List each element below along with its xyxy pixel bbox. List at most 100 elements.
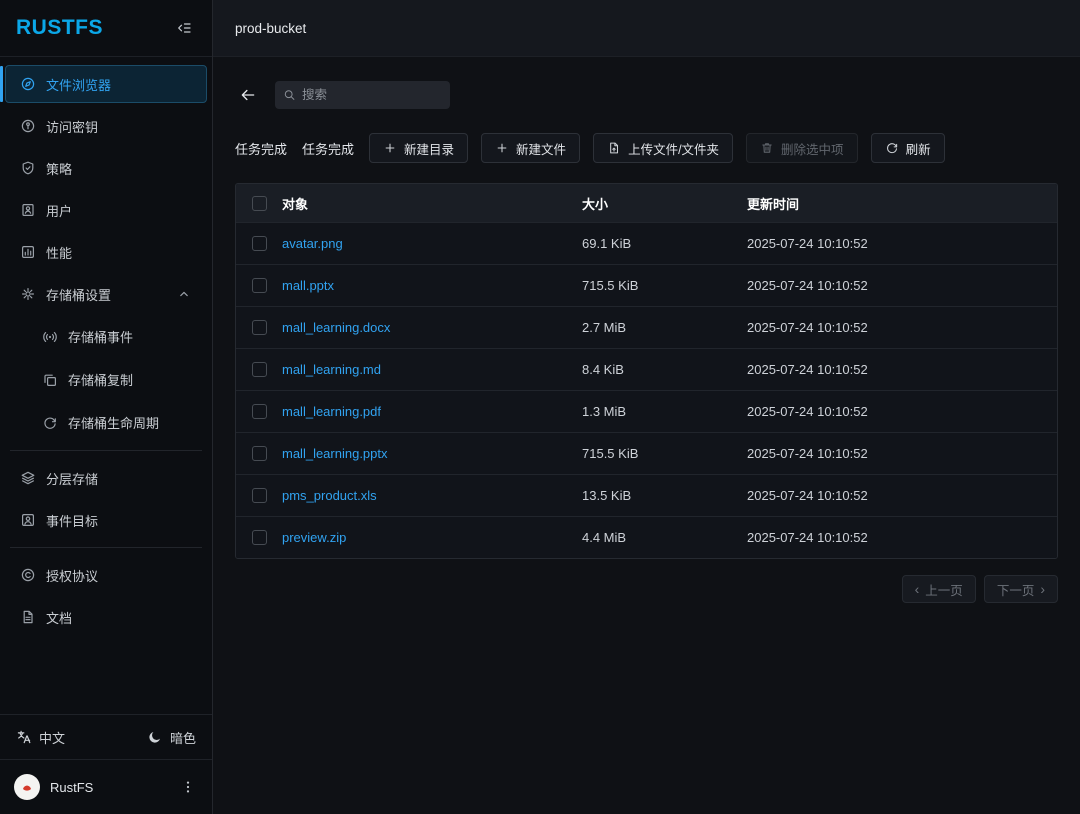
sidebar-item-bucket-events[interactable]: 存储桶事件 [5,315,207,358]
button-label: 删除选中项 [781,139,844,158]
column-header-updated: 更新时间 [747,194,1057,213]
sidebar-item-label: 事件目标 [46,511,192,530]
sidebar-item-label: 存储桶事件 [68,327,192,346]
prev-page-button[interactable]: ‹ 上一页 [902,575,976,603]
row-checkbox[interactable] [252,320,267,335]
new-file-button[interactable]: 新建文件 [481,133,580,163]
content: 任务完成任务完成 新建目录 新建文件 上传文件/文件夹 删除选中项 刷新 对象 大小 更… [213,57,1080,814]
theme-label: 暗色 [170,728,196,747]
object-link[interactable]: mall_learning.pdf [282,404,381,419]
row-checkbox[interactable] [252,362,267,377]
sidebar-item-bucket-settings[interactable]: 存储桶设置 [5,273,207,315]
table-row: mall.pptx715.5 KiB2025-07-24 10:10:52 [236,264,1057,306]
new-folder-button[interactable]: 新建目录 [369,133,468,163]
object-link[interactable]: pms_product.xls [282,488,377,503]
broadcast-icon [42,329,58,345]
sidebar-item-policies[interactable]: 策略 [5,147,207,189]
object-link[interactable]: mall_learning.pptx [282,446,388,461]
account-avatar [14,774,40,800]
object-link[interactable]: avatar.png [282,236,343,251]
sidebar-item-label: 存储桶设置 [46,285,166,304]
table-row: avatar.png69.1 KiB2025-07-24 10:10:52 [236,222,1057,264]
column-header-size: 大小 [582,194,747,213]
sidebar-divider [10,547,202,548]
object-updated: 2025-07-24 10:10:52 [747,236,1057,251]
refresh-button[interactable]: 刷新 [871,133,945,163]
sidebar-item-label: 存储桶复制 [68,370,192,389]
copyright-icon [20,567,36,583]
sidebar: RUSTFS 文件浏览器访问密钥策略用户性能存储桶设置存储桶事件存储桶复制存储桶… [0,0,213,814]
layers-icon [20,470,36,486]
toolbar-actions: 新建目录 新建文件 上传文件/文件夹 删除选中项 刷新 [369,133,945,163]
row-checkbox[interactable] [252,278,267,293]
object-updated: 2025-07-24 10:10:52 [747,488,1057,503]
object-size: 2.7 MiB [582,320,747,335]
sidebar-item-label: 用户 [46,201,192,220]
sidebar-collapse-button[interactable] [172,16,196,40]
sidebar-item-label: 存储桶生命周期 [68,413,192,432]
object-table: 对象 大小 更新时间 avatar.png69.1 KiB2025-07-24 … [235,183,1058,559]
row-checkbox[interactable] [252,446,267,461]
object-size: 4.4 MiB [582,530,747,545]
row-checkbox[interactable] [252,488,267,503]
sidebar-item-performance[interactable]: 性能 [5,231,207,273]
sidebar-item-label: 访问密钥 [46,117,192,136]
main-area: prod-bucket 任务完成任务完成 新建目录 新建文件 上传文件/文件夹 删除选… [213,0,1080,814]
sidebar-item-license[interactable]: 授权协议 [5,554,207,596]
row-checkbox[interactable] [252,404,267,419]
next-page-button[interactable]: 下一页 › [984,575,1058,603]
delete-button[interactable]: 删除选中项 [746,133,858,163]
sidebar-item-users[interactable]: 用户 [5,189,207,231]
object-updated: 2025-07-24 10:10:52 [747,446,1057,461]
table-row: preview.zip4.4 MiB2025-07-24 10:10:52 [236,516,1057,558]
search-input[interactable] [275,81,450,109]
select-all-checkbox[interactable] [252,196,267,211]
language-label: 中文 [39,728,65,747]
account-row[interactable]: RustFS [0,760,212,814]
language-switcher[interactable]: 中文 [16,728,65,747]
button-label: 新建文件 [516,139,566,158]
top-bar: prod-bucket [213,0,1080,57]
theme-toggle[interactable]: 暗色 [147,728,196,747]
back-button[interactable] [235,82,261,108]
table-row: mall_learning.pptx 715.5 KiB2025-07-24 10… [236,432,1057,474]
sidebar-item-event-targets[interactable]: 事件目标 [5,499,207,541]
page-title: prod-bucket [235,21,306,36]
sidebar-item-access-keys[interactable]: 访问密钥 [5,105,207,147]
row-checkbox[interactable] [252,236,267,251]
object-size: 13.5 KiB [582,488,747,503]
performance-icon [20,244,36,260]
object-updated: 2025-07-24 10:10:52 [747,404,1057,419]
object-link[interactable]: mall_learning.docx [282,320,390,335]
status-texts: 任务完成任务完成 [235,139,356,158]
button-label: 刷新 [906,139,931,158]
object-size: 715.5 KiB [582,446,747,461]
browser-icon [20,76,36,92]
table-row: mall_learning.md8.4 KiB2025-07-24 10:10:… [236,348,1057,390]
sidebar-item-bucket-lifecycle[interactable]: 存储桶生命周期 [5,401,207,444]
sidebar-item-docs[interactable]: 文档 [5,596,207,638]
rustfs-logo-icon [19,779,35,795]
translate-icon [16,729,32,745]
app-logo: RUSTFS [16,16,103,40]
object-link[interactable]: preview.zip [282,530,346,545]
row-checkbox[interactable] [252,530,267,545]
sidebar-item-bucket-replication[interactable]: 存储桶复制 [5,358,207,401]
object-link[interactable]: mall_learning.md [282,362,381,377]
object-link[interactable]: mall.pptx [282,278,334,293]
object-size: 1.3 MiB [582,404,747,419]
upload-icon [607,141,621,155]
gear-icon [20,286,36,302]
column-header-name: 对象 [282,194,582,213]
kebab-icon [180,779,196,795]
button-label: 上传文件/文件夹 [628,139,719,158]
object-table-body: avatar.png69.1 KiB2025-07-24 10:10:52mal… [236,222,1057,558]
sidebar-item-tiered-storage[interactable]: 分层存储 [5,457,207,499]
sidebar-item-label: 性能 [46,243,192,262]
shield-icon [20,160,36,176]
upload-button[interactable]: 上传文件/文件夹 [593,133,733,163]
sidebar-item-file-browser[interactable]: 文件浏览器 [5,65,207,103]
account-menu-button[interactable] [176,775,200,799]
plus-icon [383,141,397,155]
table-header: 对象 大小 更新时间 [236,184,1057,222]
